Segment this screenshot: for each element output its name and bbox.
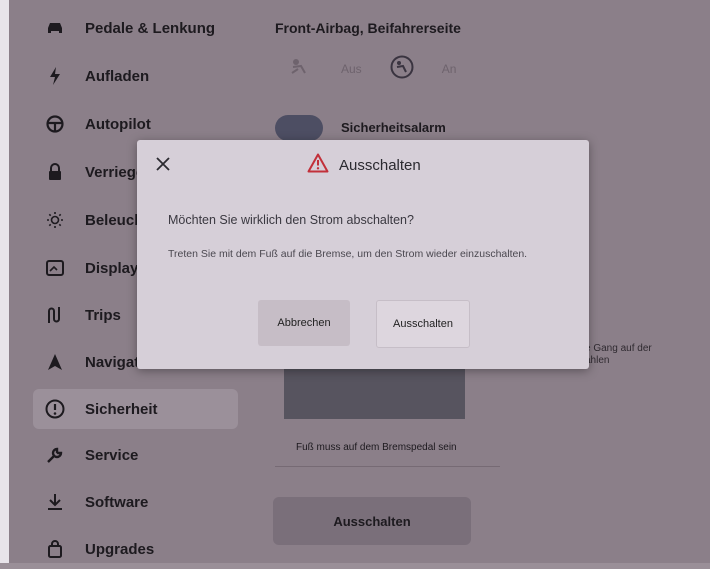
sidebar-item-service[interactable]: Service [33, 435, 238, 475]
sidebar-item-label: Pedale & Lenkung [85, 19, 216, 37]
power-off-dialog: Ausschalten Möchten Sie wirklich den Str… [137, 140, 589, 369]
navigation-icon [45, 352, 65, 372]
airbag-on-option[interactable]: An [442, 62, 457, 76]
sidebar-item-label: Autopilot [85, 115, 151, 133]
sidebar-item-label: Display [85, 259, 139, 277]
dialog-info: Treten Sie mit dem Fuß auf die Bremse, u… [168, 248, 528, 260]
sidebar-item-label: Trips [85, 306, 121, 324]
divider [275, 466, 500, 467]
sidebar-item-autopilot[interactable]: Autopilot [33, 104, 238, 144]
display-icon [45, 258, 65, 278]
trips-icon [45, 305, 65, 325]
bolt-icon [45, 66, 65, 86]
sidebar-item-software[interactable]: Software [33, 482, 238, 522]
power-off-button[interactable]: Ausschalten [273, 497, 471, 545]
dialog-question: Möchten Sie wirklich den Strom abschalte… [168, 213, 414, 227]
warning-icon [307, 153, 329, 178]
sidebar-item-label: Sicherheit [85, 400, 158, 418]
steering-wheel-icon [45, 114, 65, 134]
security-alarm-toggle[interactable] [275, 115, 323, 141]
sidebar-item-pedals[interactable]: Pedale & Lenkung [33, 8, 238, 48]
safety-icon [45, 399, 65, 419]
sun-icon [45, 210, 65, 230]
cancel-button[interactable]: Abbrechen [258, 300, 350, 346]
sidebar-item-upgrades[interactable]: Upgrades [33, 529, 238, 569]
sidebar-item-label: Service [85, 446, 139, 464]
sidebar-item-label: Upgrades [85, 540, 155, 558]
airbag-off-icon[interactable] [289, 57, 313, 80]
airbag-title: Front-Airbag, Beifahrerseite [275, 20, 461, 36]
car-icon [45, 18, 65, 38]
sidebar-item-charging[interactable]: Aufladen [33, 56, 238, 96]
brake-note: Fuß muss auf dem Bremspedal sein [296, 442, 457, 453]
wrench-icon [45, 445, 65, 465]
confirm-power-off-button[interactable]: Ausschalten [376, 300, 470, 348]
gear-note: e Gang auf der ahlen [585, 343, 652, 366]
sidebar-item-label: Aufladen [85, 67, 150, 85]
download-icon [45, 492, 65, 512]
window-edge [0, 0, 9, 563]
lock-icon [45, 162, 65, 182]
security-alarm-label: Sicherheitsalarm [341, 120, 446, 135]
airbag-on-icon[interactable] [390, 55, 414, 82]
close-icon[interactable] [153, 154, 173, 174]
bag-icon [45, 539, 65, 559]
dialog-header: Ausschalten [307, 153, 421, 178]
dialog-title: Ausschalten [339, 157, 421, 174]
airbag-off-option[interactable]: Aus [341, 62, 362, 76]
sidebar-item-safety[interactable]: Sicherheit [33, 389, 238, 429]
sidebar-item-label: Software [85, 493, 149, 511]
airbag-selector: Aus An [289, 55, 456, 82]
info-box [284, 368, 465, 419]
